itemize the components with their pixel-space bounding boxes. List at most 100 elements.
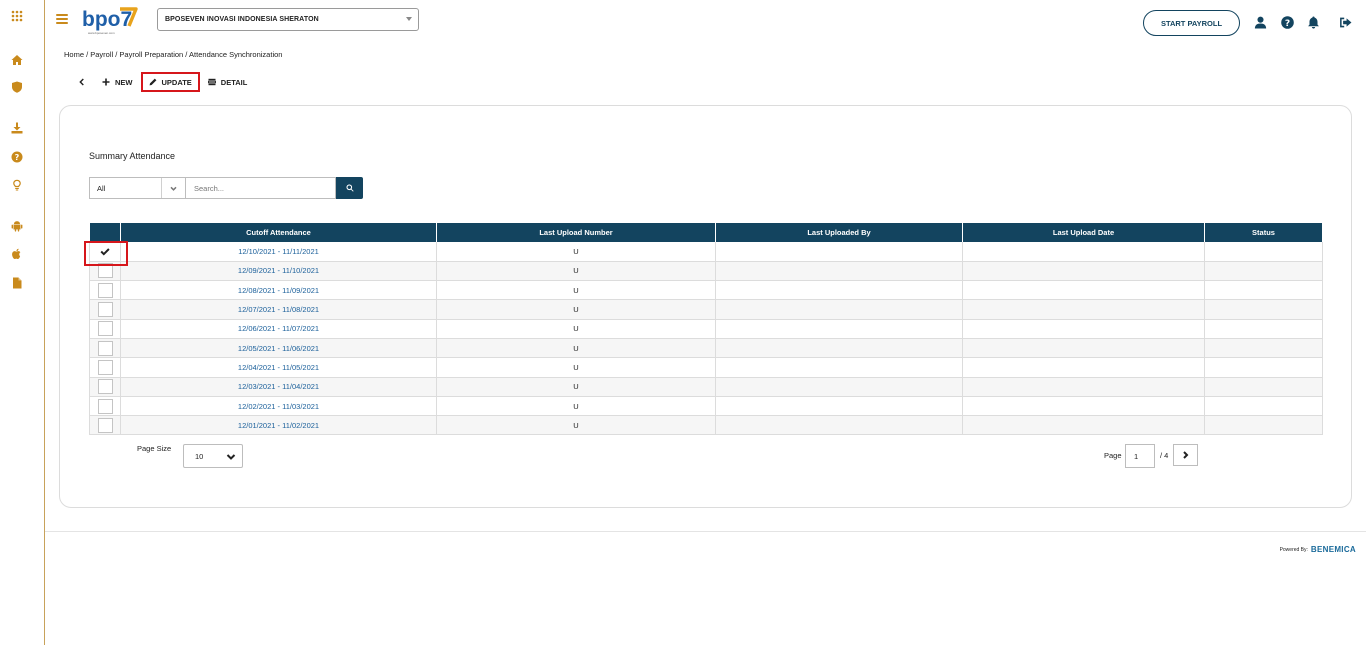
android-icon[interactable]: [10, 219, 24, 233]
table-row[interactable]: 12/01/2021 - 11/02/2021 U: [89, 415, 1323, 436]
table-header-row: Cutoff Attendance Last Upload Number Las…: [89, 223, 1323, 242]
apps-grid-icon[interactable]: [10, 9, 24, 23]
page-size-select[interactable]: 10: [183, 444, 243, 468]
upload-date-cell: [962, 415, 1205, 436]
cutoff-cell: 12/02/2021 - 11/03/2021: [120, 396, 437, 417]
search-input[interactable]: [186, 177, 336, 199]
status-cell: [1204, 377, 1323, 397]
start-payroll-button[interactable]: START PAYROLL: [1143, 10, 1240, 36]
page-number-input[interactable]: [1125, 444, 1155, 468]
back-button[interactable]: [72, 72, 90, 92]
upload-date-cell: [962, 377, 1205, 397]
cutoff-link[interactable]: 12/02/2021 - 11/03/2021: [238, 402, 319, 411]
document-icon[interactable]: [10, 276, 24, 290]
status-cell: [1204, 415, 1323, 436]
lightbulb-icon[interactable]: [10, 178, 24, 192]
cutoff-link[interactable]: 12/10/2021 - 11/11/2021: [238, 247, 319, 256]
shield-icon[interactable]: [10, 80, 24, 94]
upload-date-cell: [962, 396, 1205, 417]
chevron-down-icon: [226, 454, 236, 460]
attendance-table: Cutoff Attendance Last Upload Number Las…: [89, 223, 1323, 436]
cutoff-link[interactable]: 12/08/2021 - 11/09/2021: [238, 286, 319, 295]
upload-date-cell: [962, 280, 1205, 301]
bpo7-logo: bpo7 www.bposeven.com: [80, 4, 140, 38]
table-row[interactable]: 12/03/2021 - 11/04/2021 U: [89, 377, 1323, 397]
row-select-cell: [89, 338, 121, 359]
cutoff-link[interactable]: 12/05/2021 - 11/06/2021: [238, 344, 319, 353]
chevron-right-icon: [1183, 451, 1189, 459]
download-icon[interactable]: [10, 121, 24, 135]
status-cell: [1204, 261, 1323, 282]
status-cell: [1204, 338, 1323, 359]
cutoff-link[interactable]: 12/06/2021 - 11/07/2021: [238, 324, 319, 333]
status-cell: [1204, 357, 1323, 378]
detail-button[interactable]: DETAIL: [202, 72, 254, 92]
detail-list-icon: [207, 78, 216, 86]
powered-by-label: Powered By:: [1279, 546, 1308, 553]
table-row[interactable]: 12/04/2021 - 11/05/2021 U: [89, 357, 1323, 378]
row-select-cell: [89, 299, 121, 320]
update-button[interactable]: UPDATE: [140, 72, 200, 92]
cutoff-link[interactable]: 12/04/2021 - 11/05/2021: [238, 363, 319, 372]
cutoff-link[interactable]: 12/09/2021 - 11/10/2021: [238, 266, 319, 275]
row-checkbox[interactable]: [97, 417, 113, 433]
column-header-upload-date[interactable]: Last Upload Date: [962, 223, 1205, 242]
uploaded-by-cell: [715, 338, 963, 359]
table-row[interactable]: 12/10/2021 - 11/11/2021 U: [89, 242, 1323, 262]
search-button[interactable]: [336, 177, 363, 199]
row-select-cell: [89, 261, 121, 282]
row-checkbox[interactable]: [98, 244, 113, 259]
table-row[interactable]: 12/07/2021 - 11/08/2021 U: [89, 299, 1323, 320]
bell-icon[interactable]: [1306, 15, 1320, 29]
chevron-left-icon: [79, 78, 84, 86]
column-header-uploaded-by[interactable]: Last Uploaded By: [715, 223, 963, 242]
apple-icon[interactable]: [10, 247, 24, 261]
upload-date-cell: [962, 299, 1205, 320]
row-checkbox[interactable]: [97, 398, 113, 414]
table-row[interactable]: 12/08/2021 - 11/09/2021 U: [89, 280, 1323, 301]
cutoff-cell: 12/04/2021 - 11/05/2021: [120, 357, 437, 378]
cutoff-link[interactable]: 12/07/2021 - 11/08/2021: [238, 305, 319, 314]
upload-number-cell: U: [436, 357, 716, 378]
row-checkbox[interactable]: [97, 263, 113, 279]
column-header-upload-number[interactable]: Last Upload Number: [436, 223, 716, 242]
help-icon[interactable]: ?: [10, 150, 24, 164]
cutoff-cell: 12/06/2021 - 11/07/2021: [120, 319, 437, 339]
pencil-icon: [149, 78, 156, 86]
help-circle-icon[interactable]: ?: [1280, 15, 1294, 29]
row-checkbox[interactable]: [97, 359, 113, 375]
upload-number-cell: U: [436, 415, 716, 436]
row-checkbox[interactable]: [97, 321, 113, 337]
chevron-down-icon: [406, 17, 412, 21]
table-row[interactable]: 12/05/2021 - 11/06/2021 U: [89, 338, 1323, 359]
select-column-header: [89, 223, 121, 242]
filter-select[interactable]: All: [89, 177, 186, 199]
company-select[interactable]: BPOSEVEN INOVASI INDONESIA SHERATON: [157, 8, 419, 31]
upload-number-cell: U: [436, 377, 716, 397]
logout-icon[interactable]: [1338, 15, 1352, 29]
row-checkbox[interactable]: [97, 302, 113, 318]
table-row[interactable]: 12/06/2021 - 11/07/2021 U: [89, 319, 1323, 339]
status-cell: [1204, 396, 1323, 417]
row-checkbox[interactable]: [97, 340, 113, 356]
column-header-status[interactable]: Status: [1204, 223, 1323, 242]
upload-date-cell: [962, 261, 1205, 282]
cutoff-link[interactable]: 12/03/2021 - 11/04/2021: [238, 382, 319, 391]
row-select-cell: [89, 280, 121, 301]
page-size-label: Page Size: [137, 444, 172, 453]
new-button[interactable]: NEW: [96, 72, 139, 92]
hamburger-menu-icon[interactable]: [56, 14, 68, 24]
table-row[interactable]: 12/09/2021 - 11/10/2021 U: [89, 261, 1323, 282]
row-select-cell: [89, 377, 121, 397]
row-checkbox[interactable]: [97, 282, 113, 298]
home-icon[interactable]: [10, 53, 24, 67]
row-checkbox[interactable]: [97, 379, 113, 395]
upload-number-cell: U: [436, 261, 716, 282]
next-page-button[interactable]: [1173, 444, 1198, 466]
column-header-cutoff[interactable]: Cutoff Attendance: [120, 223, 437, 242]
user-icon[interactable]: [1253, 15, 1267, 29]
cutoff-cell: 12/01/2021 - 11/02/2021: [120, 415, 437, 436]
cutoff-link[interactable]: 12/01/2021 - 11/02/2021: [238, 421, 319, 430]
row-select-cell: [89, 319, 121, 339]
table-row[interactable]: 12/02/2021 - 11/03/2021 U: [89, 396, 1323, 417]
